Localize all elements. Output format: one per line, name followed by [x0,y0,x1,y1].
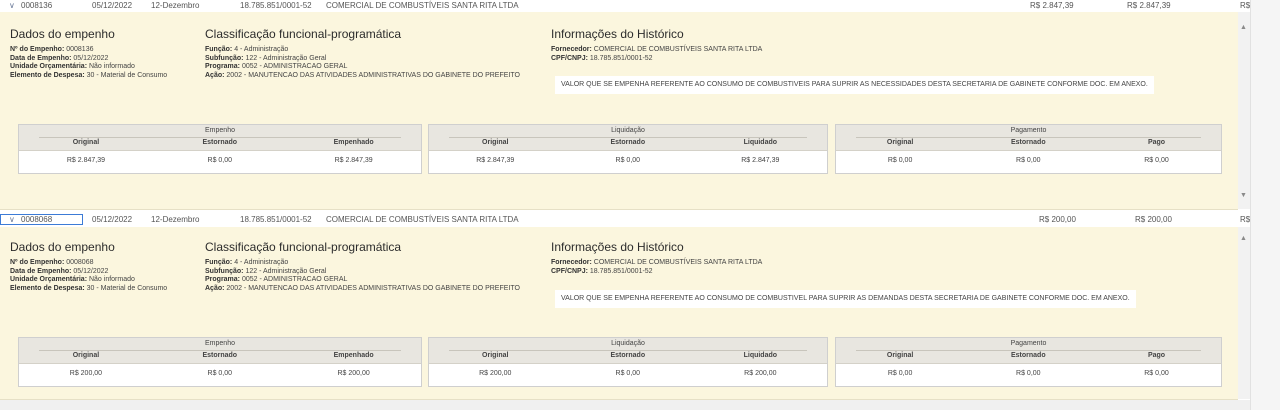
empenho-table: Empenho Original Estornado Empenhado R$ … [18,337,422,387]
record-value-1: R$ 200,00 [1039,215,1076,224]
historico-description: VALOR QUE SE EMPENHA REFERENTE AO CONSUM… [555,290,1136,308]
record-detail-panel: Dados do empenho Nº do Empenho: 0008136 … [0,12,1238,210]
classificacao-fields: Função: 4 - Administração Subfunção: 122… [205,46,520,80]
historico-fields: Fornecedor: COMERCIAL DE COMBUSTÍVEIS SA… [551,46,763,62]
panel-scrollbar[interactable]: ▲ [1238,227,1250,399]
liquidacao-table: Liquidação Original Estornado Liquidado … [428,337,828,387]
pagamento-table: Pagamento Original Estornado Pago R$ 0,0… [835,124,1222,174]
dados-fields: Nº do Empenho: 0008068 Data de Empenho: … [10,259,168,293]
scroll-up-icon[interactable]: ▲ [1240,24,1247,31]
record-date: 05/12/2022 [92,1,133,10]
historico-description: VALOR QUE SE EMPENHA REFERENTE AO CONSUM… [555,76,1154,94]
record-value-1: R$ 2.847,39 [1030,1,1074,10]
record-value-2: R$ 2.847,39 [1127,1,1171,10]
record-month: 12-Dezembro [151,1,200,10]
record-month: 12-Dezembro [151,215,200,224]
horizontal-scrollbar[interactable] [0,400,1250,410]
classificacao-title: Classificação funcional-programática [205,240,402,254]
dados-title: Dados do empenho [10,27,115,41]
historico-title: Informações do Histórico [551,27,684,41]
liquidacao-table: Liquidação Original Estornado Liquidado … [428,124,828,174]
record-cnpj: 18.785.851/0001-52 [240,215,312,224]
empenho-table: Empenho Original Estornado Empenhado R$ … [18,124,422,174]
record-date: 05/12/2022 [92,215,133,224]
page-scrollbar-track[interactable] [1250,0,1280,410]
scroll-up-icon[interactable]: ▲ [1240,235,1247,242]
record-id: 0008068 [21,215,53,224]
chevron-down-icon[interactable]: ∨ [9,0,15,12]
classificacao-title: Classificação funcional-programática [205,27,402,41]
record-row[interactable]: ∨ 0008068 05/12/2022 12-Dezembro 18.785.… [0,214,1262,226]
chevron-down-icon[interactable]: ∨ [9,214,15,226]
record-id: 0008136 [21,1,53,10]
record-supplier: COMERCIAL DE COMBUSTÍVEIS SANTA RITA LTD… [326,1,519,10]
record-row[interactable]: ∨ 0008136 05/12/2022 12-Dezembro 18.785.… [0,0,1262,12]
classificacao-fields: Função: 4 - Administração Subfunção: 122… [205,259,520,293]
record-value-2: R$ 200,00 [1135,215,1172,224]
dados-fields: Nº do Empenho: 0008136 Data de Empenho: … [10,46,168,80]
record-cnpj: 18.785.851/0001-52 [240,1,312,10]
historico-title: Informações do Histórico [551,240,684,254]
dados-title: Dados do empenho [10,240,115,254]
historico-fields: Fornecedor: COMERCIAL DE COMBUSTÍVEIS SA… [551,259,763,275]
record-supplier: COMERCIAL DE COMBUSTÍVEIS SANTA RITA LTD… [326,215,519,224]
pagamento-table: Pagamento Original Estornado Pago R$ 0,0… [835,337,1222,387]
panel-scrollbar[interactable]: ▲ ▼ [1238,12,1250,209]
record-detail-panel: Dados do empenho Nº do Empenho: 0008068 … [0,227,1238,400]
scroll-down-icon[interactable]: ▼ [1240,192,1247,199]
